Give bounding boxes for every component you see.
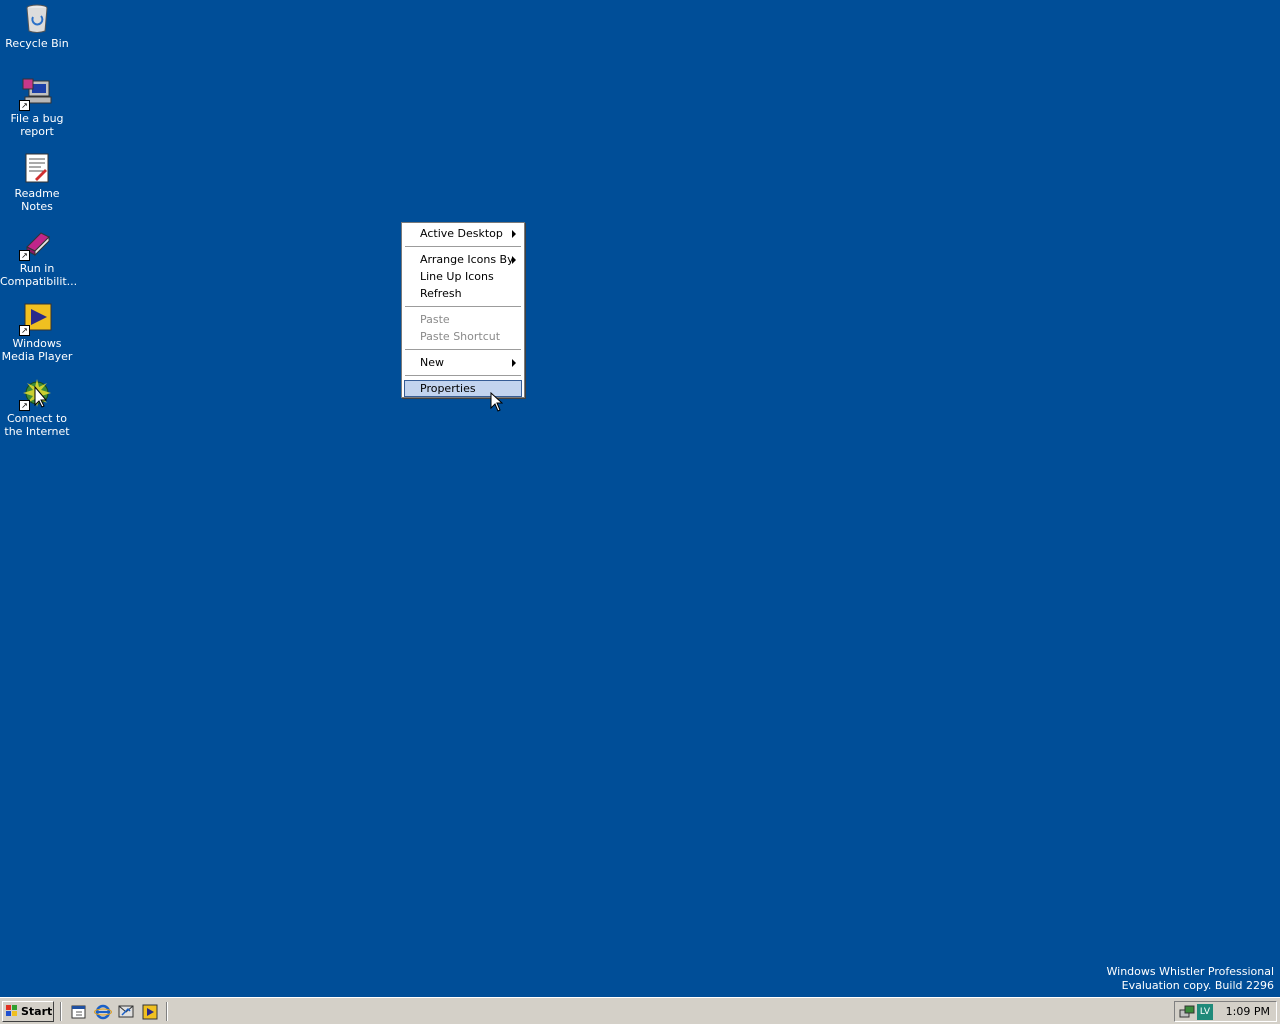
desktop-icon-label: Readme Notes [14,187,60,213]
menu-separator [405,375,521,376]
menu-item-label: Paste [420,313,450,326]
language-indicator: LV [1199,1007,1211,1017]
menu-item-label: Arrange Icons By [420,253,514,266]
menu-item-label: Line Up Icons [420,270,494,283]
taskbar-divider [166,1002,168,1021]
submenu-arrow-icon [512,256,516,264]
desktop-icon-label: Recycle Bin [5,37,69,50]
system-tray: LV 1:09 PM [1174,1001,1277,1022]
desktop-icon-label: Run in Compatibilit... [0,262,78,288]
desktop-icon-label: Connect to the Internet [4,412,70,438]
desktop-icon-windows-media-player[interactable]: ↗ Windows Media Player [0,302,74,363]
start-label: Start [21,1005,53,1018]
desktop-icon-recycle-bin[interactable]: Recycle Bin [0,2,74,50]
language-icon[interactable]: LV [1197,1004,1213,1020]
menu-item-label: Properties [420,382,476,395]
windows-flag-icon [6,1005,17,1016]
internet-explorer-icon[interactable] [94,1003,112,1021]
media-player-icon[interactable] [141,1003,159,1021]
menu-item-new[interactable]: New [404,354,522,371]
menu-separator [405,306,521,307]
submenu-arrow-icon [512,230,516,238]
network-icon[interactable] [1179,1004,1195,1020]
shortcut-arrow-icon: ↗ [19,400,30,411]
watermark-line-2: Evaluation copy. Build 2296 [1121,979,1274,992]
desktop[interactable]: Recycle Bin ↗ File a bug report Readme N… [0,0,1280,997]
recycle-bin-icon [21,2,53,34]
menu-item-active-desktop[interactable]: Active Desktop [404,225,522,242]
desktop-icon-connect-to-internet[interactable]: ↗ Connect to the Internet [0,377,74,438]
menu-item-label: New [420,356,444,369]
bug-report-icon: ↗ [19,77,53,111]
clock[interactable]: 1:09 PM [1226,1005,1270,1018]
desktop-context-menu: Active Desktop Arrange Icons By Line Up … [401,222,525,398]
shortcut-arrow-icon: ↗ [19,100,30,111]
watermark-line-1: Windows Whistler Professional [1106,965,1275,978]
desktop-icon-file-bug-report[interactable]: ↗ File a bug report [0,77,74,138]
menu-separator [405,349,521,350]
taskbar: Start LV 1:09 PM [0,997,1280,1024]
submenu-arrow-icon [512,359,516,367]
menu-item-label: Paste Shortcut [420,330,501,343]
desktop-icon-label: File a bug report [10,112,64,138]
menu-item-arrange-icons-by[interactable]: Arrange Icons By [404,251,522,268]
build-watermark: Windows Whistler Professional Evaluation… [1107,965,1275,993]
menu-item-refresh[interactable]: Refresh [404,285,522,302]
menu-item-paste: Paste [404,311,522,328]
menu-item-label: Refresh [420,287,462,300]
menu-item-paste-shortcut: Paste Shortcut [404,328,522,345]
show-desktop-icon[interactable] [70,1003,88,1021]
connect-internet-icon: ↗ [19,377,53,411]
desktop-icon-run-in-compatibility[interactable]: ↗ Run in Compatibilit... [0,227,78,288]
menu-item-label: Active Desktop [420,227,503,240]
shortcut-arrow-icon: ↗ [19,250,30,261]
start-button[interactable]: Start [2,1001,54,1022]
readme-notes-icon [21,152,53,184]
media-player-icon: ↗ [19,302,53,336]
desktop-icon-readme-notes[interactable]: Readme Notes [0,152,74,213]
outlook-express-icon[interactable] [117,1003,135,1021]
desktop-icon-label: Windows Media Player [1,337,73,363]
compatibility-book-icon: ↗ [19,227,53,261]
mouse-pointer-icon [490,391,504,416]
taskbar-divider [60,1002,62,1021]
menu-item-properties[interactable]: Properties [404,380,522,397]
shortcut-arrow-icon: ↗ [19,325,30,336]
menu-separator [405,246,521,247]
menu-item-line-up-icons[interactable]: Line Up Icons [404,268,522,285]
